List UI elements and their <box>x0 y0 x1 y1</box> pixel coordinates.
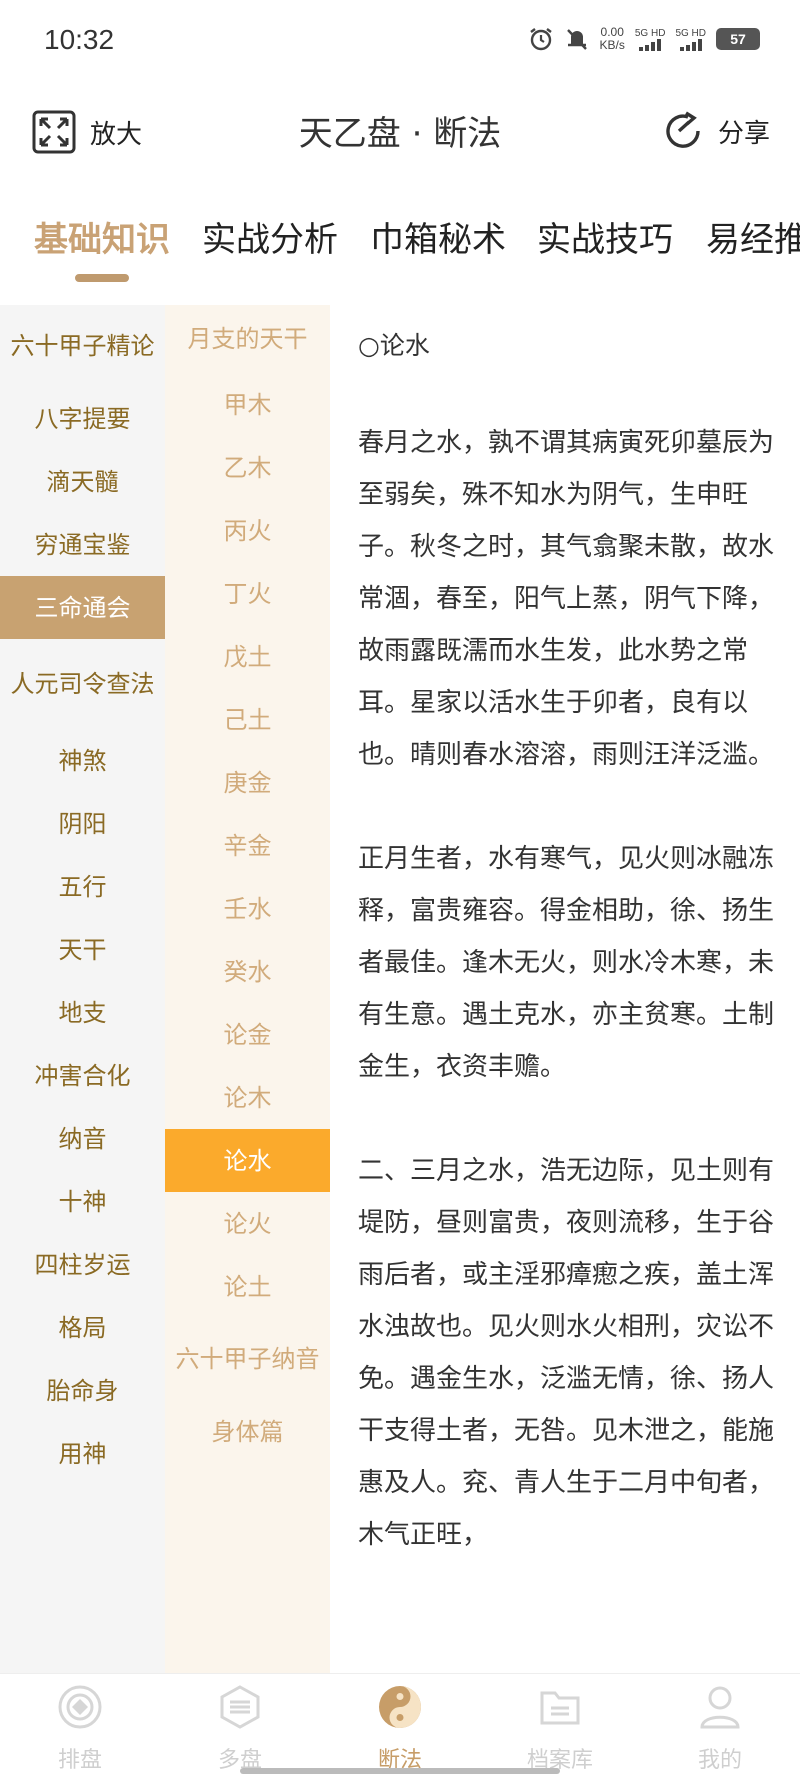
share-icon <box>666 111 700 148</box>
duopan-icon <box>220 1685 260 1729</box>
nav-duanfa[interactable]: 断法 <box>340 1684 460 1774</box>
left-menu-item-active[interactable]: 三命通会 <box>0 576 165 639</box>
left-menu-item[interactable]: 格局 <box>0 1296 165 1359</box>
left-menu-item[interactable]: 十神 <box>0 1170 165 1233</box>
sub-menu-item[interactable]: 六十甲子纳音 <box>165 1318 330 1400</box>
sim1-label: 5G HD <box>634 27 666 39</box>
sub-menu-item[interactable]: 辛金 <box>165 814 330 877</box>
left-menu-item[interactable]: 地支 <box>0 981 165 1044</box>
status-bar: 10:32 0.00 KB/s 5G HD 5G HD 57 <box>0 0 800 86</box>
article-paragraph: 正月生者，水有寒气，见火则冰融冻释，富贵雍容。得金相助，徐、扬生者最佳。逢木无火… <box>358 844 775 1082</box>
left-menu-item[interactable]: 阴阳 <box>0 792 165 855</box>
user-icon <box>700 1686 740 1729</box>
left-menu-item[interactable]: 用神 <box>0 1422 165 1485</box>
share-button[interactable]: 分享 <box>662 110 770 152</box>
network-speed: 0.00 KB/s <box>600 26 625 52</box>
sub-menu-item[interactable]: 甲木 <box>165 373 330 436</box>
sub-menu-item[interactable]: 己土 <box>165 688 330 751</box>
battery-icon: 57 <box>716 28 760 50</box>
left-menu-item[interactable]: 四柱岁运 <box>0 1233 165 1296</box>
left-menu-item[interactable]: 滴天髓 <box>0 450 165 513</box>
left-menu-item[interactable]: 冲害合化 <box>0 1044 165 1107</box>
speed-unit: KB/s <box>599 38 625 52</box>
status-icons: 0.00 KB/s 5G HD 5G HD 57 <box>528 26 760 52</box>
sub-menu-item[interactable]: 癸水 <box>165 940 330 1003</box>
left-menu-item[interactable]: 八字提要 <box>0 387 165 450</box>
sub-menu-item[interactable]: 丁火 <box>165 562 330 625</box>
tab-practical-analysis[interactable]: 实战分析 <box>202 212 338 261</box>
alarm-icon <box>529 28 552 51</box>
sub-menu-item[interactable]: 乙木 <box>165 436 330 499</box>
signal-sim1: 5G HD <box>634 27 666 51</box>
article-paragraph: 春月之水，孰不谓其病寅死卯墓辰为至弱矣，殊不知水为阴气，生申旺子。秋冬之时，其气… <box>358 428 775 770</box>
article-paragraph: 二、三月之水，浩无边际，见土则有堤防，昼则富贵，夜则流移，生于谷雨后者，或主淫邪… <box>358 1156 775 1550</box>
nav-archive[interactable]: 档案库 <box>500 1684 620 1774</box>
left-menu-item[interactable]: 神煞 <box>0 729 165 792</box>
left-menu-item[interactable]: 胎命身 <box>0 1359 165 1422</box>
sub-menu-item[interactable]: 论金 <box>165 1003 330 1066</box>
home-indicator[interactable] <box>240 1768 560 1774</box>
status-time: 10:32 <box>44 24 115 55</box>
tab-secret-arts[interactable]: 巾箱秘术 <box>370 212 506 261</box>
category-tabs: 基础知识 实战分析 巾箱秘术 实战技巧 易经推 <box>0 200 800 290</box>
sub-menu-item[interactable]: 丙火 <box>165 499 330 562</box>
article-title: ○论水 <box>358 331 430 360</box>
left-menu-item[interactable]: 纳音 <box>0 1107 165 1170</box>
signal-bars-icon <box>679 38 702 51</box>
sub-menu-item[interactable]: 论火 <box>165 1192 330 1255</box>
nav-label: 排盘 <box>57 1748 102 1773</box>
share-label: 分享 <box>717 118 770 149</box>
paipan-icon <box>58 1685 102 1729</box>
tab-basic-knowledge[interactable]: 基础知识 <box>34 212 170 261</box>
sim2-label: 5G HD <box>675 27 706 39</box>
left-menu-item[interactable]: 五行 <box>0 855 165 918</box>
sub-menu-item[interactable]: 壬水 <box>165 877 330 940</box>
nav-duopan[interactable]: 多盘 <box>180 1684 300 1774</box>
article-content[interactable]: ○论水 春月之水，孰不谓其病寅死卯墓辰为至弱矣，殊不知水为阴气，生申旺子。秋冬之… <box>330 305 800 1673</box>
active-tab-indicator <box>75 274 129 282</box>
archive-icon <box>540 1691 580 1725</box>
sub-menu-item[interactable]: 论土 <box>165 1255 330 1318</box>
left-menu-item[interactable]: 天干 <box>0 918 165 981</box>
left-menu: 六十甲子精论 八字提要 滴天髓 穷通宝鉴 三命通会 人元司令查法 神煞 阴阳 五… <box>0 305 165 1673</box>
left-menu-item[interactable]: 人元司令查法 <box>0 639 165 729</box>
nav-paipan[interactable]: 排盘 <box>20 1684 140 1774</box>
tab-yijing[interactable]: 易经推 <box>706 212 800 261</box>
sub-menu-item[interactable]: 论木 <box>165 1066 330 1129</box>
sub-menu-item-active[interactable]: 论水 <box>165 1129 330 1192</box>
mute-icon <box>566 29 587 50</box>
tab-practical-skills[interactable]: 实战技巧 <box>537 212 673 261</box>
signal-bars-icon <box>639 38 662 51</box>
sub-menu-item[interactable]: 身体篇 <box>165 1400 330 1463</box>
nav-profile[interactable]: 我的 <box>660 1684 780 1774</box>
signal-sim2: 5G HD <box>675 28 706 51</box>
header: 放大 天乙盘 · 断法 分享 <box>0 86 800 182</box>
sub-menu-item[interactable]: 月支的天干 <box>165 305 330 373</box>
left-menu-item[interactable]: 穷通宝鉴 <box>0 513 165 576</box>
left-menu-item[interactable]: 六十甲子精论 <box>0 305 165 387</box>
yinyang-icon <box>379 1686 421 1728</box>
sub-menu: 月支的天干 甲木 乙木 丙火 丁火 戊土 己土 庚金 辛金 壬水 癸水 论金 论… <box>165 305 330 1673</box>
sub-menu-item[interactable]: 庚金 <box>165 751 330 814</box>
bottom-nav: 排盘 多盘 断法 档案库 我的 <box>0 1673 800 1778</box>
nav-label: 我的 <box>697 1748 742 1773</box>
sub-menu-item[interactable]: 戊土 <box>165 625 330 688</box>
